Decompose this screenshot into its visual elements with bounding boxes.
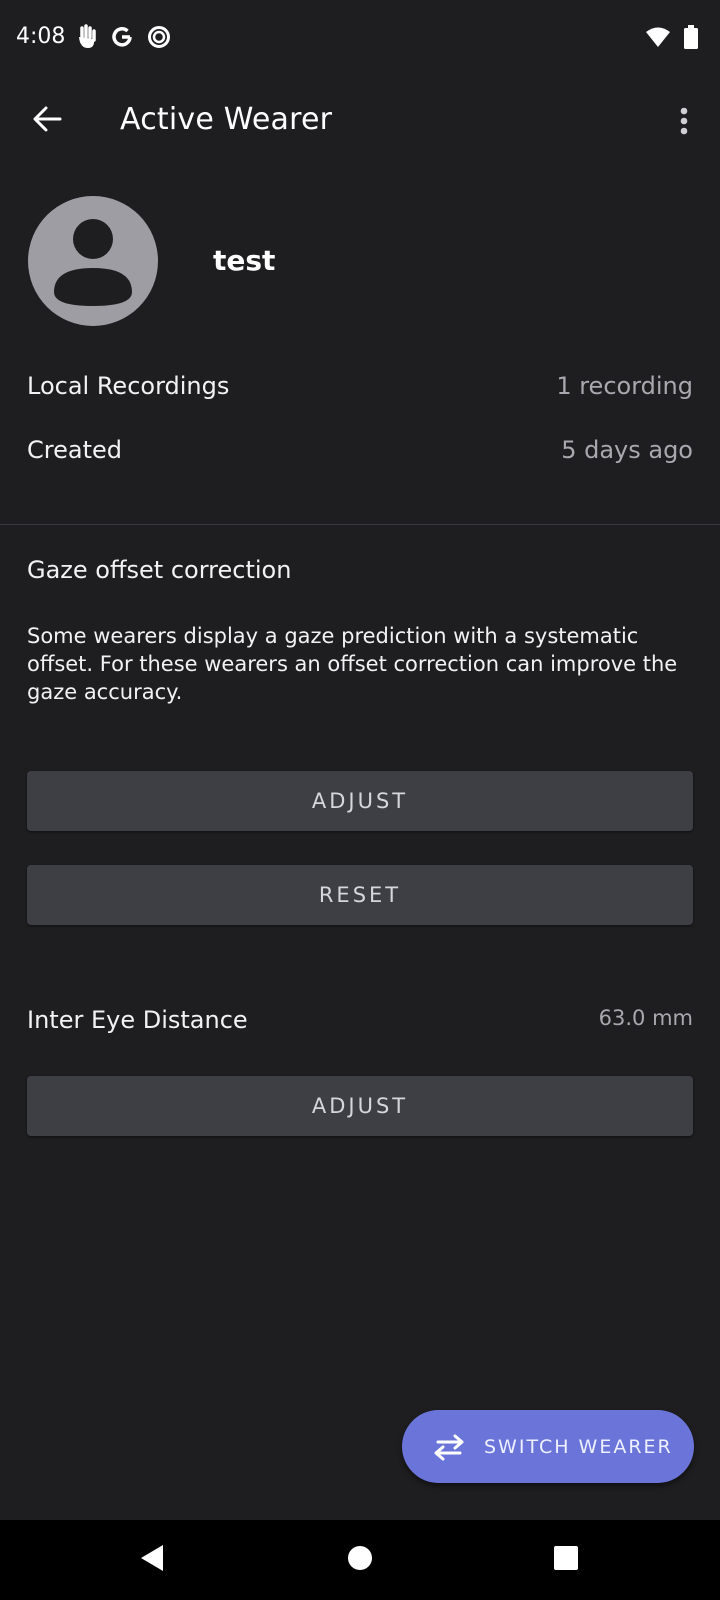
nav-recents-icon xyxy=(553,1545,579,1575)
inter-eye-adjust-button[interactable]: ADJUST xyxy=(27,1076,693,1136)
avatar xyxy=(28,196,158,326)
active-wearer-screen: 4:08 Active Wearer test Local Recordings… xyxy=(0,0,720,1600)
local-recordings-label: Local Recordings xyxy=(27,372,230,400)
app-bar: Active Wearer xyxy=(0,78,720,166)
created-label: Created xyxy=(27,436,122,464)
inter-eye-distance-title: Inter Eye Distance xyxy=(27,1006,248,1034)
status-bar: 4:08 xyxy=(0,0,720,78)
page-title: Active Wearer xyxy=(120,102,333,137)
system-nav-bar xyxy=(0,1520,720,1600)
nav-back-icon xyxy=(139,1543,165,1577)
local-recordings-value: 1 recording xyxy=(556,372,693,400)
hand-gesture-icon xyxy=(76,24,98,54)
nav-home-button[interactable] xyxy=(340,1542,380,1578)
nav-recents-button[interactable] xyxy=(546,1542,586,1578)
nav-back-button[interactable] xyxy=(132,1542,172,1578)
gaze-reset-button[interactable]: RESET xyxy=(27,865,693,925)
inter-eye-distance-value: 63.0 mm xyxy=(598,1006,693,1030)
back-button[interactable] xyxy=(24,98,70,144)
wearer-name: test xyxy=(213,244,276,277)
created-value: 5 days ago xyxy=(561,436,693,464)
account-circle-icon xyxy=(28,219,158,326)
battery-icon xyxy=(684,25,698,53)
circle-record-icon xyxy=(147,25,171,53)
gaze-offset-title: Gaze offset correction xyxy=(27,556,292,584)
wifi-icon xyxy=(646,26,670,52)
gaze-adjust-button[interactable]: ADJUST xyxy=(27,771,693,831)
nav-home-icon xyxy=(347,1545,373,1575)
switch-wearer-button[interactable]: SWITCH WEARER xyxy=(402,1410,694,1483)
more-vert-icon xyxy=(680,107,688,139)
gaze-offset-description: Some wearers display a gaze prediction w… xyxy=(27,624,678,704)
switch-wearer-label: SWITCH WEARER xyxy=(484,1435,673,1458)
swap-horiz-icon xyxy=(432,1432,466,1462)
local-recordings-row: Local Recordings 1 recording xyxy=(27,372,693,412)
arrow-back-icon xyxy=(32,106,62,136)
status-time: 4:08 xyxy=(16,24,66,49)
google-icon xyxy=(110,25,134,53)
created-row: Created 5 days ago xyxy=(27,436,693,476)
section-divider xyxy=(0,524,720,525)
more-options-button[interactable] xyxy=(664,100,704,146)
